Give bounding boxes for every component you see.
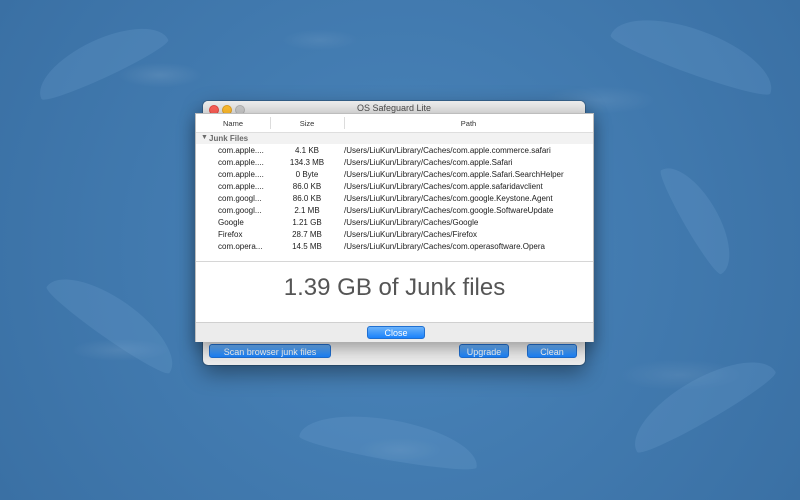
- junk-summary-text: 1.39 GB of Junk files: [283, 274, 506, 301]
- table-row[interactable]: com.googl... 86.0 KB /Users/LiuKun/Libra…: [196, 193, 593, 205]
- table-row[interactable]: Firefox 28.7 MB /Users/LiuKun/Library/Ca…: [196, 229, 593, 241]
- cell-path: /Users/LiuKun/Library/Caches/com.google.…: [344, 206, 554, 215]
- cell-path: /Users/LiuKun/Library/Caches/Google: [344, 218, 479, 227]
- cell-size: 0 Byte: [295, 170, 319, 179]
- cell-size: 2.1 MB: [294, 206, 320, 215]
- cell-path: /Users/LiuKun/Library/Caches/com.operaso…: [344, 242, 545, 251]
- cell-name: com.apple....: [218, 182, 264, 191]
- leaf-decoration: [297, 404, 483, 476]
- divider: [196, 261, 593, 262]
- cell-name: com.googl...: [218, 206, 262, 215]
- upgrade-button[interactable]: Upgrade: [459, 344, 509, 358]
- cell-path: /Users/LiuKun/Library/Caches/Firefox: [344, 230, 477, 239]
- column-header-path[interactable]: Path: [344, 119, 593, 128]
- table-row[interactable]: com.googl... 2.1 MB /Users/LiuKun/Librar…: [196, 205, 593, 217]
- cell-size: 134.3 MB: [289, 158, 325, 167]
- leaf-decoration: [607, 2, 783, 102]
- cell-size: 1.21 GB: [292, 218, 322, 227]
- clean-button[interactable]: Clean: [527, 344, 577, 358]
- cell-name: Firefox: [218, 230, 243, 239]
- table-row[interactable]: com.opera... 14.5 MB /Users/LiuKun/Libra…: [196, 241, 593, 253]
- sheet-footer: Close: [196, 322, 593, 342]
- leaf-decoration: [620, 342, 780, 460]
- close-button[interactable]: Close: [367, 326, 425, 339]
- cell-name: com.apple....: [218, 158, 264, 167]
- column-header-size[interactable]: Size: [270, 119, 344, 128]
- cell-path: /Users/LiuKun/Library/Caches/com.apple.s…: [344, 182, 543, 191]
- table-row[interactable]: com.apple.... 4.1 KB /Users/LiuKun/Libra…: [196, 145, 593, 157]
- cell-size: 14.5 MB: [292, 242, 322, 251]
- leaf-decoration: [28, 12, 172, 106]
- leaf-decoration: [42, 260, 188, 380]
- table-row[interactable]: Google 1.21 GB /Users/LiuKun/Library/Cac…: [196, 217, 593, 229]
- window-title: OS Safeguard Lite: [356, 103, 432, 113]
- cell-name: Google: [218, 218, 244, 227]
- scan-browser-junk-button[interactable]: Scan browser junk files: [209, 344, 331, 358]
- cell-path: /Users/LiuKun/Library/Caches/com.apple.S…: [344, 158, 513, 167]
- cell-name: com.apple....: [218, 170, 264, 179]
- leaf-decoration: [655, 156, 745, 278]
- disclosure-triangle-icon[interactable]: ▼: [201, 134, 208, 141]
- cell-size: 28.7 MB: [292, 230, 322, 239]
- group-label: Junk Files: [209, 134, 249, 143]
- table-body: com.apple.... 4.1 KB /Users/LiuKun/Libra…: [196, 145, 593, 253]
- table-row[interactable]: com.apple.... 134.3 MB /Users/LiuKun/Lib…: [196, 157, 593, 169]
- cell-size: 4.1 KB: [294, 146, 319, 155]
- table-row[interactable]: com.apple.... 86.0 KB /Users/LiuKun/Libr…: [196, 181, 593, 193]
- cell-path: /Users/LiuKun/Library/Caches/com.google.…: [344, 194, 553, 203]
- cell-name: com.apple....: [218, 146, 264, 155]
- cell-size: 86.0 KB: [292, 194, 322, 203]
- table-row[interactable]: com.apple.... 0 Byte /Users/LiuKun/Libra…: [196, 169, 593, 181]
- cell-name: com.googl...: [218, 194, 262, 203]
- cell-path: /Users/LiuKun/Library/Caches/com.apple.S…: [344, 170, 564, 179]
- group-row-junk-files[interactable]: ▼ Junk Files: [196, 133, 593, 144]
- cell-name: com.opera...: [218, 242, 263, 251]
- table-header: Name Size Path: [196, 114, 593, 133]
- cell-size: 86.0 KB: [292, 182, 322, 191]
- junk-files-sheet: Name Size Path ▼ Junk Files com.apple...…: [195, 113, 594, 342]
- cell-path: /Users/LiuKun/Library/Caches/com.apple.c…: [344, 146, 551, 155]
- column-header-name[interactable]: Name: [196, 119, 270, 128]
